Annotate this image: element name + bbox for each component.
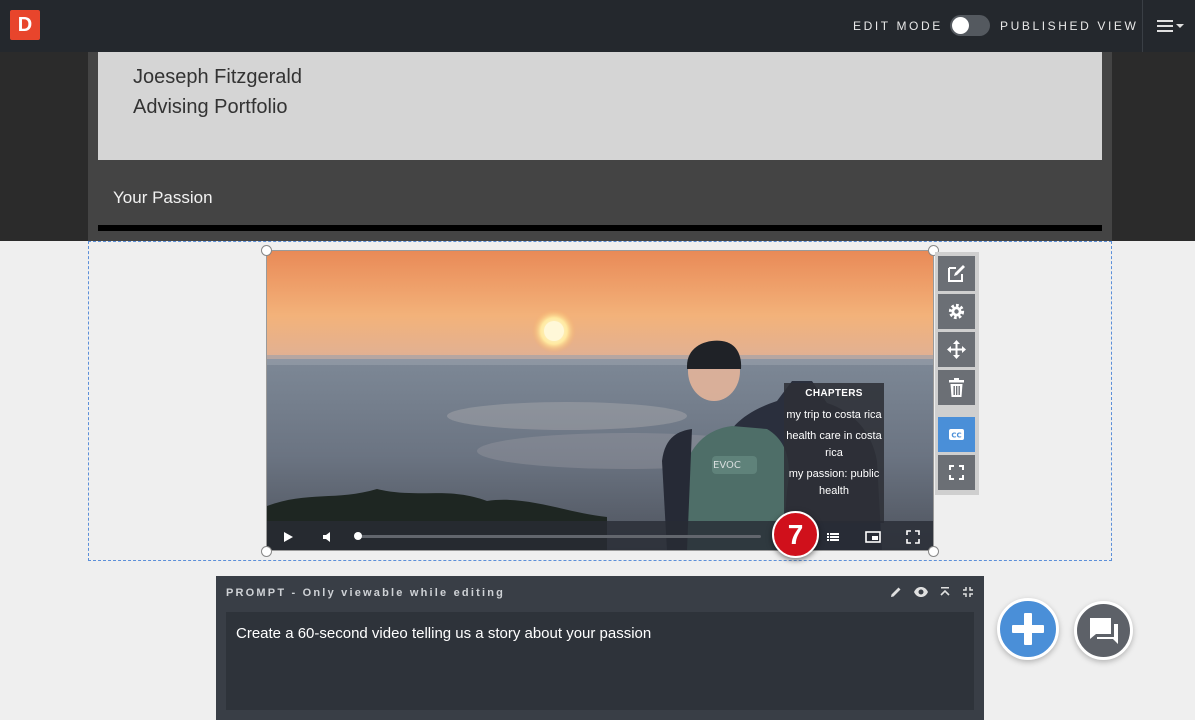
hamburger-icon (1157, 20, 1173, 32)
prompt-collapse-button[interactable] (938, 585, 952, 599)
chapters-title: CHAPTERS (805, 388, 863, 399)
caret-down-icon (1176, 24, 1184, 28)
volume-button[interactable] (319, 528, 337, 546)
expand-button[interactable] (938, 455, 975, 490)
closed-captions-icon: CC (949, 429, 964, 440)
progress-handle[interactable] (354, 532, 362, 540)
volume-icon (323, 532, 330, 542)
portfolio-header: Joeseph Fitzgerald Advising Portfolio Yo… (0, 52, 1195, 241)
published-view-label[interactable]: PUBLISHED VIEW (1000, 19, 1138, 33)
delete-button[interactable] (938, 370, 975, 405)
section-divider (98, 225, 1102, 231)
move-icon (947, 340, 966, 359)
edit-button[interactable] (938, 256, 975, 291)
toggle-knob (952, 17, 969, 34)
edit-mode-label[interactable]: EDIT MODE (853, 19, 943, 33)
resize-handle-bottom-right[interactable] (928, 546, 939, 557)
prompt-panel: PROMPT - Only viewable while editing Cre… (216, 576, 984, 720)
top-bar: D EDIT MODE PUBLISHED VIEW (0, 0, 1195, 52)
chapter-item[interactable]: my trip to costa rica (784, 407, 884, 424)
chapters-menu: CHAPTERS my trip to costa rica health ca… (784, 383, 884, 523)
mode-toggle[interactable] (950, 15, 990, 36)
resize-handle-bottom-left[interactable] (261, 546, 272, 557)
chapter-item[interactable]: health care in costa rica (784, 428, 884, 462)
play-button[interactable] (279, 528, 297, 546)
pencil-icon (891, 587, 901, 597)
plus-icon (1012, 613, 1044, 645)
move-button[interactable] (938, 332, 975, 367)
menu-divider (1142, 0, 1143, 52)
block-toolbar: CC (935, 252, 979, 495)
header-inner: Joeseph Fitzgerald Advising Portfolio Yo… (88, 52, 1112, 241)
chapters-button[interactable] (824, 528, 842, 546)
step-badge: 7 (772, 511, 819, 558)
comments-button[interactable] (1074, 601, 1133, 660)
prompt-text: Create a 60-second video telling us a st… (236, 625, 652, 642)
prompt-label: PROMPT - Only viewable while editing (226, 587, 506, 599)
prompt-visibility-button[interactable] (913, 585, 929, 599)
prompt-compress-button[interactable] (961, 585, 975, 599)
collapse-up-icon (940, 587, 950, 596)
resize-handle-top-left[interactable] (261, 245, 272, 256)
picture-in-picture-icon (865, 531, 881, 543)
prompt-edit-button[interactable] (889, 585, 903, 599)
progress-track[interactable] (357, 535, 761, 538)
section-title[interactable]: Your Passion (113, 188, 213, 208)
portfolio-title: Advising Portfolio (133, 96, 288, 118)
expand-icon (949, 465, 964, 480)
student-name: Joeseph Fitzgerald (133, 66, 302, 88)
play-icon (284, 532, 293, 542)
chat-icon (1090, 618, 1118, 644)
prompt-body: Create a 60-second video telling us a st… (226, 612, 974, 710)
fullscreen-button[interactable] (904, 528, 922, 546)
svg-text:CC: CC (951, 432, 961, 440)
video-controls (267, 521, 933, 550)
settings-button[interactable] (938, 294, 975, 329)
fullscreen-icon (906, 530, 920, 544)
edit-icon (948, 265, 965, 282)
chapters-list-icon (827, 533, 839, 541)
add-block-button[interactable] (997, 598, 1059, 660)
chapter-item[interactable]: my passion: public health (784, 466, 884, 500)
pip-button[interactable] (864, 528, 882, 546)
compress-icon (963, 587, 973, 597)
eye-icon (914, 587, 928, 597)
captions-button[interactable]: CC (938, 417, 975, 452)
video-player[interactable]: EVOC CHAPTERS my trip to costa rica heal… (266, 250, 934, 551)
svg-text:EVOC: EVOC (713, 460, 741, 471)
title-box[interactable]: Joeseph Fitzgerald Advising Portfolio (98, 52, 1102, 160)
trash-icon (949, 378, 964, 397)
main-menu-button[interactable] (1150, 14, 1190, 38)
app-logo[interactable]: D (10, 10, 40, 40)
gear-icon (948, 303, 965, 320)
